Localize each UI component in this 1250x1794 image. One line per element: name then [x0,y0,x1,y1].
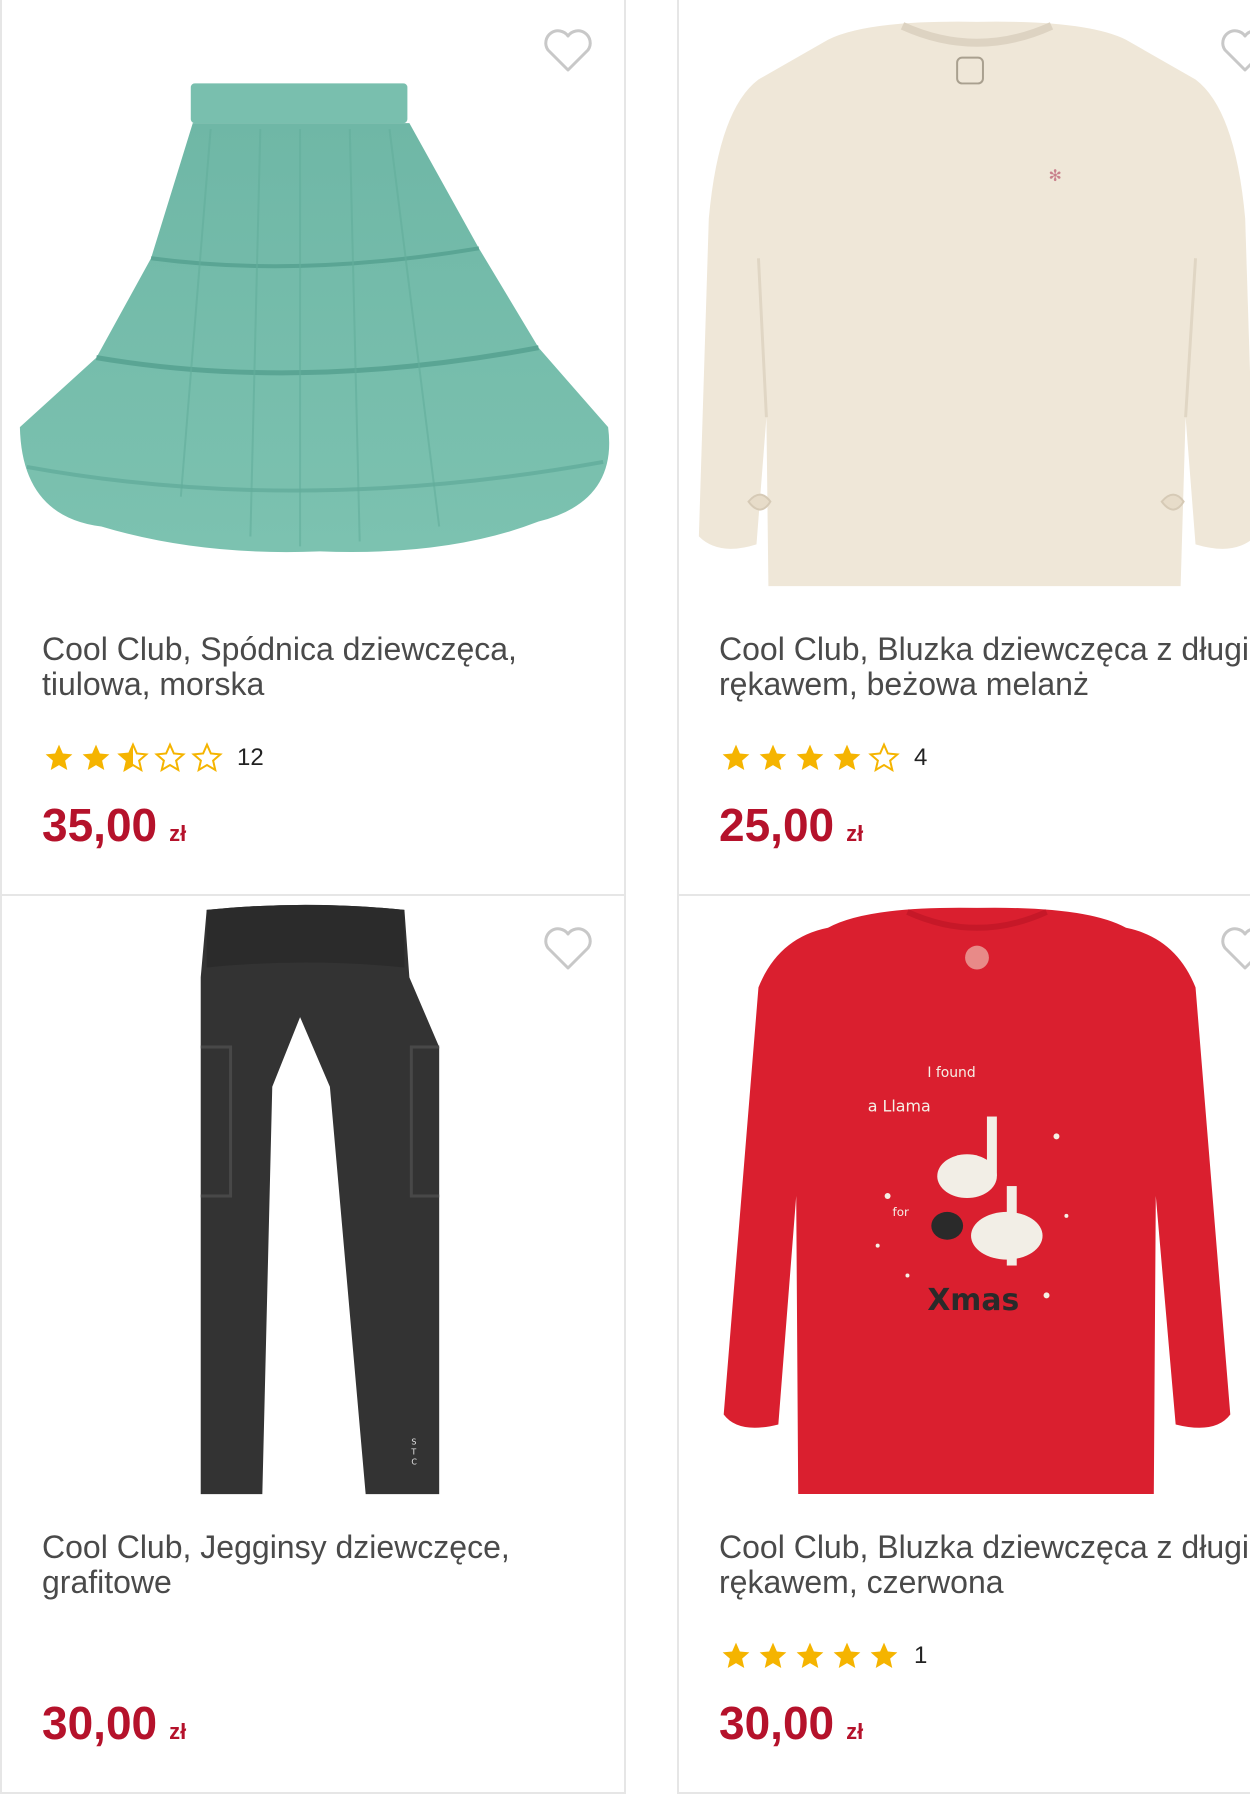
svg-text:C: C [411,1457,417,1466]
print-text-llama: a Llama [868,1097,931,1116]
product-grid: Cool Club, Spódnica dziewczęca, tiulowa,… [0,0,1250,1794]
svg-text:✻: ✻ [1049,166,1062,185]
product-price: 30,00 zł [42,1696,186,1750]
star-full-icon [759,744,787,770]
svg-text:T: T [410,1447,416,1456]
star-full-icon [796,744,824,770]
star-full-icon [45,744,73,770]
product-card-beige-blouse[interactable]: ✻ Cool Club, Bluzka dziewczęca z długim … [677,0,1250,896]
price-currency: zł [169,821,187,846]
product-image-red-blouse[interactable]: I found a Llama for Xmas [679,896,1250,1496]
wishlist-heart-icon[interactable] [1219,28,1250,74]
product-card-jeggings[interactable]: STC Cool Club, Jegginsy dziewczęce, graf… [0,894,626,1794]
product-card-red-blouse[interactable]: I found a Llama for Xmas Cool Club, Bluz… [677,894,1250,1794]
star-full-icon [833,744,861,770]
star-full-icon [722,744,750,770]
product-title[interactable]: Cool Club, Jegginsy dziewczęce, grafitow… [42,1530,602,1600]
review-count: 4 [914,744,928,771]
price-currency: zł [846,1719,864,1744]
product-title[interactable]: Cool Club, Spódnica dziewczęca, tiulowa,… [42,632,602,702]
product-image-skirt[interactable] [2,0,624,598]
wishlist-heart-icon[interactable] [542,926,594,972]
product-rating: 12 [42,742,264,774]
product-price: 35,00 zł [42,798,186,852]
star-empty-icon [868,742,900,773]
product-image-beige-blouse[interactable]: ✻ [679,0,1250,598]
wishlist-heart-icon[interactable] [1219,926,1250,972]
star-full-icon [82,744,110,770]
svg-text:S: S [411,1437,416,1446]
review-count: 1 [914,1642,928,1669]
print-text-xmas: Xmas [927,1283,1019,1318]
product-rating: 1 [719,1640,927,1672]
print-text-found: I found [927,1065,975,1081]
star-full-icon [870,1642,898,1668]
product-price: 25,00 zł [719,798,863,852]
star-full-icon [759,1642,787,1668]
star-full-icon [833,1642,861,1668]
price-currency: zł [169,1719,187,1744]
price-value: 25,00 [719,799,835,851]
star-half-icon [117,742,149,773]
price-value: 35,00 [42,799,158,851]
product-card-skirt[interactable]: Cool Club, Spódnica dziewczęca, tiulowa,… [0,0,626,896]
product-rating: 4 [719,742,927,774]
price-value: 30,00 [42,1697,158,1749]
wishlist-heart-icon[interactable] [542,28,594,74]
star-empty-icon [191,742,223,773]
product-title[interactable]: Cool Club, Bluzka dziewczęca z długim rę… [719,632,1250,702]
price-currency: zł [846,821,864,846]
product-title[interactable]: Cool Club, Bluzka dziewczęca z długim rę… [719,1530,1250,1600]
star-full-icon [722,1642,750,1668]
star-empty-icon [154,742,186,773]
print-text-for: for [893,1205,909,1219]
price-value: 30,00 [719,1697,835,1749]
review-count: 12 [237,744,264,771]
product-image-jeggings[interactable]: STC [2,896,624,1496]
product-price: 30,00 zł [719,1696,863,1750]
star-full-icon [796,1642,824,1668]
